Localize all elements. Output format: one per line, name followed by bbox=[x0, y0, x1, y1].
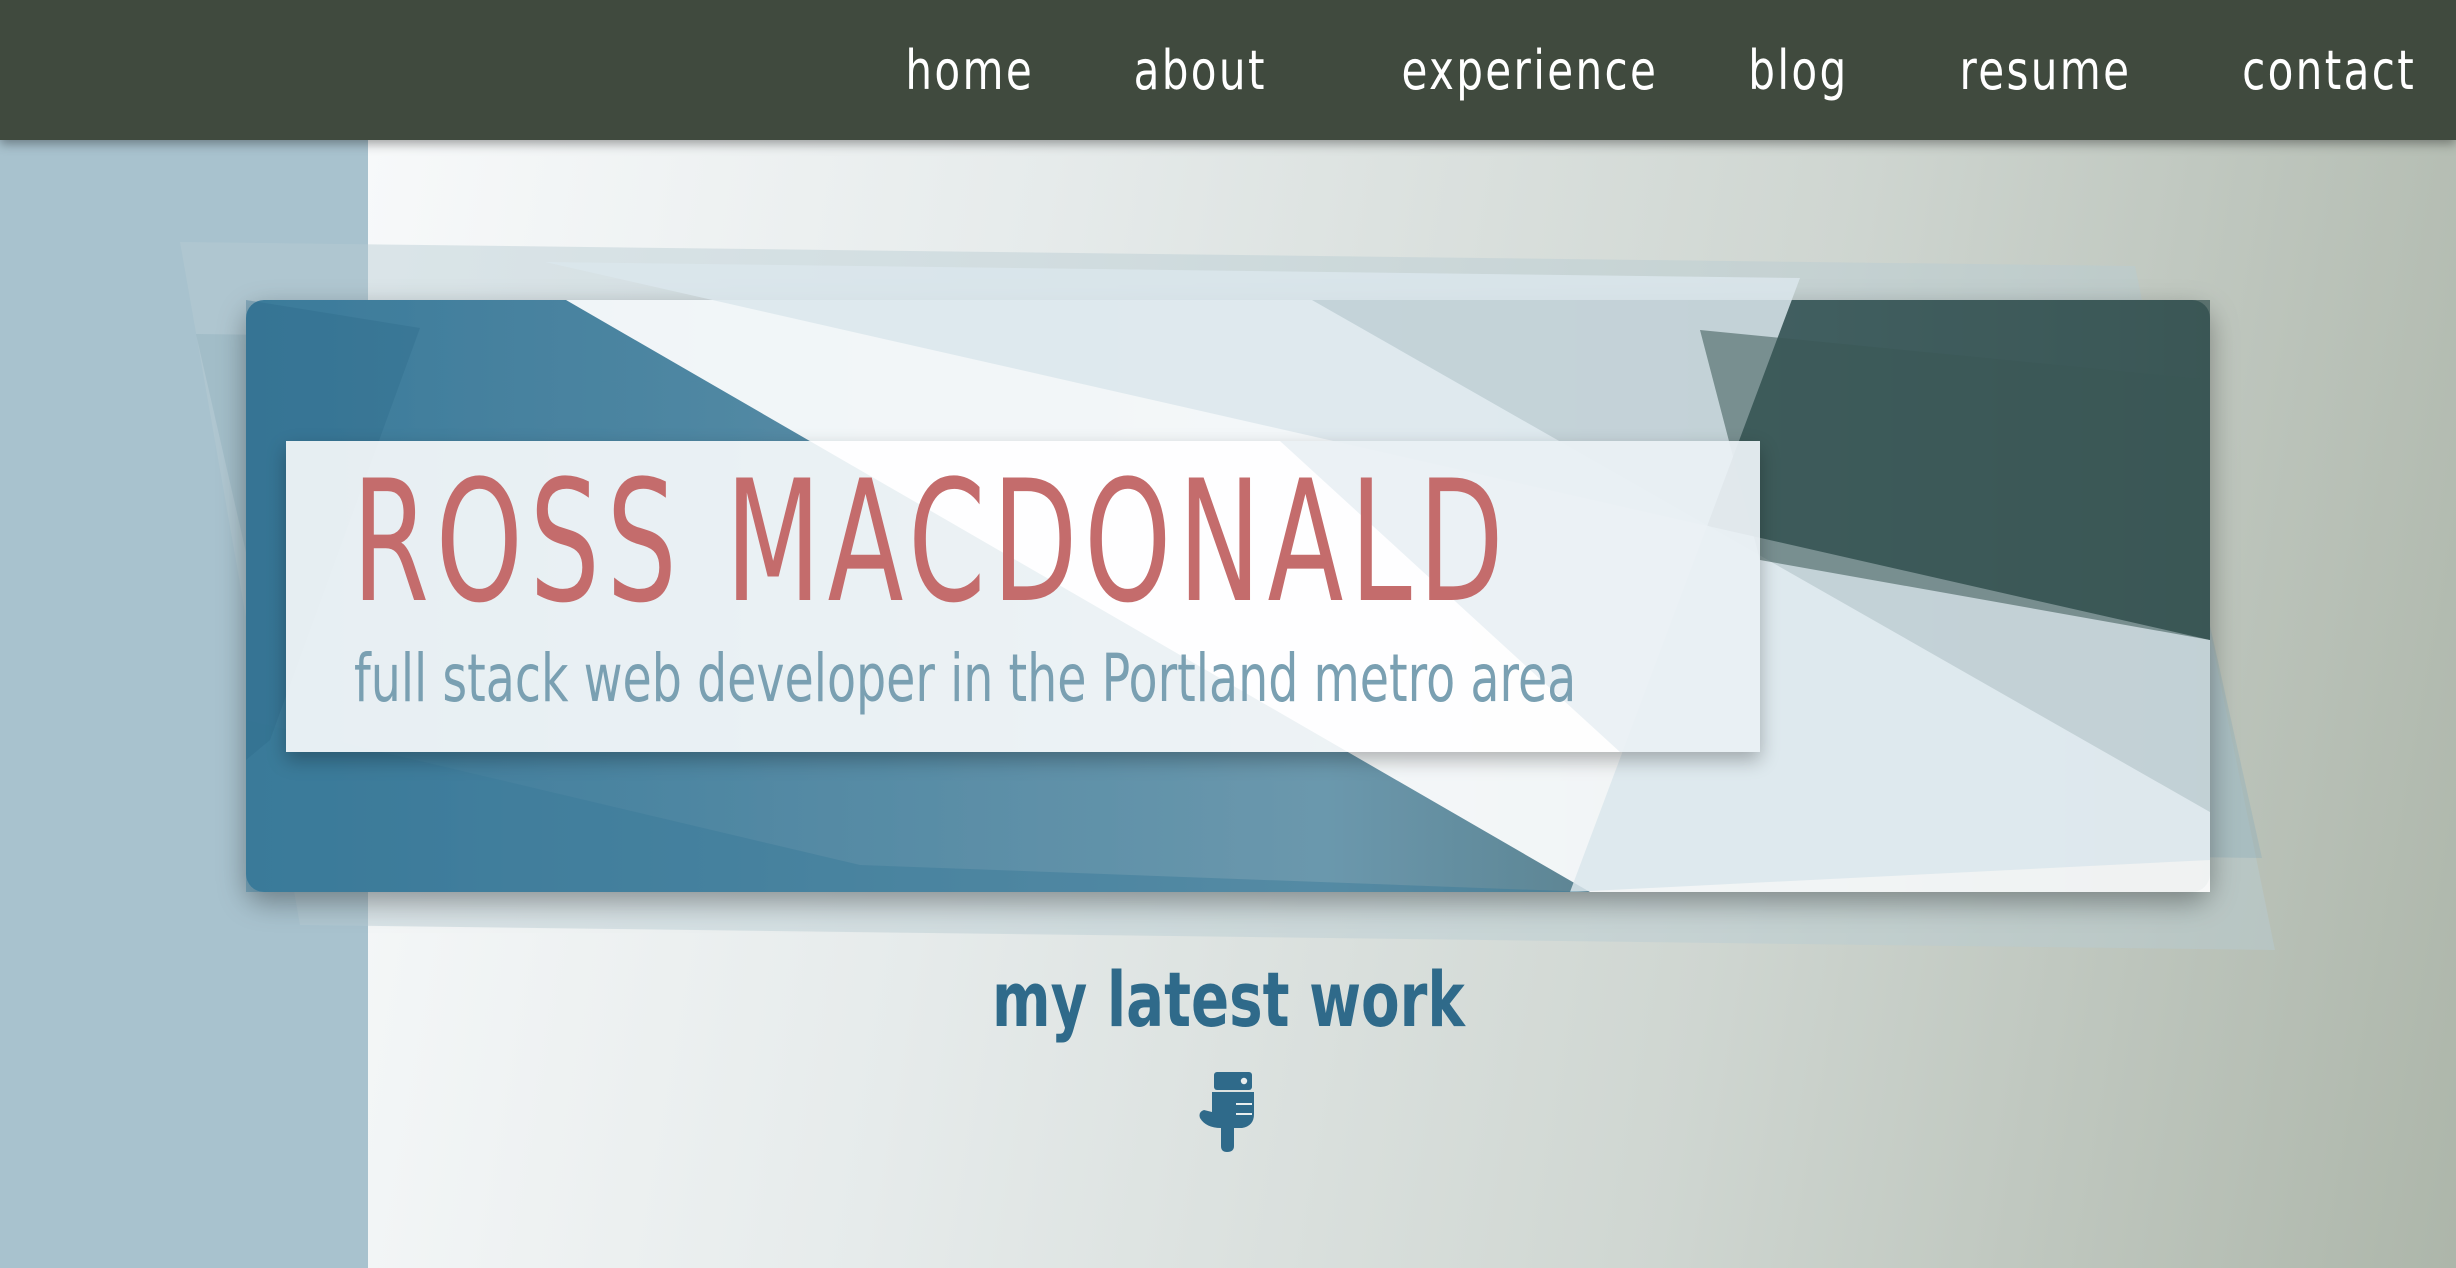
nav-menu: home about experience blog resume contac… bbox=[807, 0, 2416, 140]
latest-work-heading-text: my latest work bbox=[991, 955, 1465, 1044]
nav-link-resume[interactable]: resume bbox=[1959, 39, 2131, 102]
hero-tagline: full stack web developer in the Portland… bbox=[354, 640, 1577, 717]
hero-name: ROSS MACDONALD bbox=[352, 444, 1511, 640]
pointing-down-hand-icon[interactable] bbox=[1196, 1070, 1260, 1154]
nav-link-contact[interactable]: contact bbox=[2242, 39, 2416, 102]
latest-work-heading: my latest work bbox=[0, 955, 2456, 1044]
nav-link-about[interactable]: about bbox=[1133, 39, 1266, 102]
top-navbar: home about experience blog resume contac… bbox=[0, 0, 2456, 140]
nav-link-experience[interactable]: experience bbox=[1401, 39, 1658, 102]
nav-link-blog[interactable]: blog bbox=[1748, 39, 1848, 102]
nav-link-home[interactable]: home bbox=[905, 39, 1034, 102]
